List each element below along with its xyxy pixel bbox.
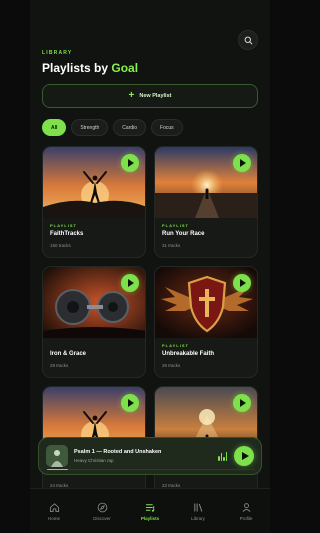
nav-label: Profile: [239, 515, 253, 521]
equalizer-icon: [218, 451, 227, 461]
playlist-card[interactable]: PLAYLIST FaithTracks 150 tracks: [42, 146, 146, 258]
playlist-tag: PLAYLIST: [50, 223, 77, 228]
now-playing-text: Psalm 1 — Rooted and Unshaken Heavy Chri…: [74, 449, 218, 463]
profile-icon: [242, 502, 250, 512]
play-button[interactable]: [121, 394, 139, 412]
filter-chips: All Strength Cardio Focus: [42, 119, 183, 136]
now-playing-cover: [46, 445, 68, 467]
nav-label: Home: [47, 515, 60, 521]
playback-progress[interactable]: [47, 468, 255, 470]
app-screen: LIBRARY Playlists by Goal + New Playlist…: [30, 0, 270, 533]
bottom-nav: Home Discover Playlists Library Profile: [30, 488, 270, 533]
home-icon: [49, 502, 59, 512]
now-playing-title: Psalm 1 — Rooted and Unshaken: [74, 449, 162, 455]
nav-item-home[interactable]: Home: [34, 502, 74, 521]
library-icon: [193, 502, 202, 512]
now-playing-play-button[interactable]: [234, 446, 254, 466]
playlist-track-count: 29 tracks: [50, 363, 69, 368]
new-playlist-label: New Playlist: [139, 93, 172, 99]
new-playlist-button[interactable]: + New Playlist: [42, 84, 258, 108]
nav-item-library[interactable]: Library: [178, 502, 218, 521]
playlist-name: Unbreakable Faith: [162, 351, 215, 357]
playlist-name: Run Your Race: [162, 231, 205, 237]
playback-progress-fill: [47, 468, 68, 470]
filter-chip-all[interactable]: All: [42, 119, 67, 136]
nav-item-playlists[interactable]: Playlists: [130, 502, 170, 521]
nav-item-discover[interactable]: Discover: [82, 502, 122, 521]
search-button[interactable]: [238, 30, 258, 50]
playlist-track-count: 26 tracks: [162, 363, 181, 368]
playlist-tag: PLAYLIST: [162, 223, 189, 228]
nav-item-profile[interactable]: Profile: [226, 502, 266, 521]
play-button[interactable]: [233, 274, 251, 292]
now-playing-bar[interactable]: Psalm 1 — Rooted and Unshaken Heavy Chri…: [38, 437, 262, 475]
playlist-track-count: 150 tracks: [50, 243, 71, 248]
playlist-icon: [145, 503, 154, 512]
page-title: Playlists by Goal: [42, 61, 138, 75]
playlist-name: Iron & Grace: [50, 351, 87, 357]
filter-chip-strength[interactable]: Strength: [71, 119, 109, 136]
playlist-tag: PLAYLIST: [162, 343, 189, 348]
page-title-accent: Goal: [111, 61, 139, 75]
filter-chip-cardio[interactable]: Cardio: [113, 119, 147, 136]
page-title-main: Playlists by: [42, 61, 109, 75]
playlist-name: FaithTracks: [50, 231, 84, 237]
plus-icon: +: [128, 90, 135, 101]
playlist-card[interactable]: Iron & Grace 29 tracks: [42, 266, 146, 378]
playlist-card[interactable]: PLAYLIST Unbreakable Faith 26 tracks: [154, 266, 258, 378]
playlist-card[interactable]: PLAYLIST Run Your Race 31 tracks: [154, 146, 258, 258]
filter-chip-focus[interactable]: Focus: [151, 119, 183, 136]
now-playing-artist: Heavy Christian rap: [74, 458, 114, 463]
play-button[interactable]: [121, 154, 139, 172]
play-button[interactable]: [121, 274, 139, 292]
nav-label: Discover: [93, 515, 111, 521]
search-icon: [244, 36, 252, 44]
nav-label: Playlists: [140, 515, 160, 521]
play-button[interactable]: [233, 154, 251, 172]
section-eyebrow: LIBRARY: [42, 50, 73, 56]
playlist-track-count: 31 tracks: [162, 243, 181, 248]
nav-label: Library: [191, 515, 205, 521]
play-button[interactable]: [233, 394, 251, 412]
compass-icon: [97, 502, 107, 512]
